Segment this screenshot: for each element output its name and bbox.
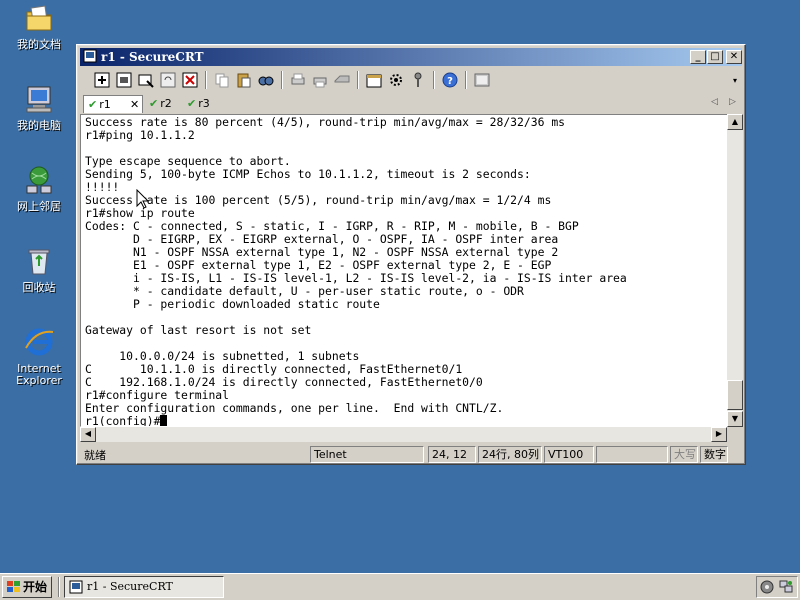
connect-tab-icon[interactable]: [137, 71, 155, 89]
reconnect-icon[interactable]: [159, 71, 177, 89]
status-emulation: VT100: [544, 446, 594, 463]
desktop-icon-label: 网上邻居: [17, 200, 61, 213]
desktop-icon-my-computer[interactable]: 我的电脑: [1, 83, 77, 132]
status-num-lock: 数字: [700, 446, 728, 463]
securecrt-app-icon: [83, 49, 97, 63]
status-cursor-position: 24, 12: [428, 446, 476, 463]
connected-check-icon: ✔: [149, 97, 159, 110]
terminal-line: Enter configuration commands, one per li…: [85, 401, 504, 415]
terminal-line: Sending 5, 100-byte ICMP Echos to 10.1.1…: [85, 167, 531, 181]
connect-icon[interactable]: [93, 71, 111, 89]
status-rows-cols: 24行, 80列: [478, 446, 542, 463]
start-button[interactable]: 开始: [2, 576, 52, 598]
toolbar: ? ▾: [81, 68, 741, 92]
tab-label: r1: [99, 98, 111, 111]
tab-next-icon[interactable]: ▷: [729, 97, 736, 107]
desktop-icon-label: 我的文档: [17, 38, 61, 51]
toolbar-separator: [357, 71, 359, 89]
text-cursor: [160, 415, 168, 426]
tab-r2[interactable]: ✔ r2: [149, 95, 183, 113]
start-label: 开始: [23, 580, 48, 594]
connected-check-icon: ✔: [88, 98, 98, 111]
securecrt-window[interactable]: r1 - SecureCRT _ □ ✕ ? ▾ ✔ r1 ✕ ✔ r2 ✔ r…: [76, 44, 746, 465]
scroll-up-icon[interactable]: ▲: [727, 114, 743, 130]
desktop-icon-internet-explorer[interactable]: Internet Explorer: [1, 326, 77, 387]
terminal-line: r1#ping 10.1.1.2: [85, 128, 195, 142]
desktop-icon-network[interactable]: 网上邻居: [1, 164, 77, 213]
speaker-icon[interactable]: [760, 580, 774, 594]
recycle-bin-icon: [28, 249, 50, 275]
scroll-thumb[interactable]: [727, 380, 743, 410]
scroll-right-icon[interactable]: ▶: [711, 427, 727, 442]
scroll-left-icon[interactable]: ◀: [80, 427, 96, 442]
status-bar: 就绪 Telnet 24, 12 24行, 80列 VT100 大写 数字: [80, 446, 742, 463]
status-caps-lock: 大写: [670, 446, 698, 463]
printer-icon[interactable]: [333, 71, 351, 89]
global-options-icon[interactable]: [387, 71, 405, 89]
help-icon[interactable]: ?: [441, 71, 459, 89]
svg-text:?: ?: [447, 76, 453, 87]
window-layout-icon[interactable]: [473, 71, 491, 89]
desktop-icon-label: 回收站: [22, 281, 56, 294]
title-bar[interactable]: r1 - SecureCRT _ □ ✕: [80, 48, 742, 66]
tab-prev-icon[interactable]: ◁: [711, 97, 718, 107]
terminal-area[interactable]: Success rate is 80 percent (4/5), round-…: [80, 114, 730, 427]
toolbar-separator: [433, 71, 435, 89]
toolbar-separator: [465, 71, 467, 89]
network-icon: [26, 166, 52, 194]
terminal-line: P - periodic downloaded static route: [85, 297, 380, 311]
toolbar-overflow-chevron-icon[interactable]: ▾: [733, 76, 737, 85]
status-blank: [596, 446, 668, 463]
session-tab-bar: ✔ r1 ✕ ✔ r2 ✔ r3 ◁ ▷: [81, 94, 741, 114]
disconnect-icon[interactable]: [181, 71, 199, 89]
print-icon[interactable]: [289, 71, 307, 89]
toolbar-separator: [281, 71, 283, 89]
terminal-line: r1(config)#: [85, 415, 627, 426]
close-button[interactable]: ✕: [726, 50, 742, 64]
scroll-down-icon[interactable]: ▼: [727, 411, 743, 427]
find-icon[interactable]: [257, 71, 275, 89]
quick-launch-separator: [58, 577, 60, 597]
copy-icon[interactable]: [213, 71, 231, 89]
horizontal-scrollbar[interactable]: ◀ ▶: [80, 427, 727, 442]
taskbar: 开始 r1 - SecureCRT: [0, 573, 800, 600]
print-selection-icon[interactable]: [311, 71, 329, 89]
terminal-line: Gateway of last resort is not set: [85, 323, 312, 337]
desktop-icon-label: 我的电脑: [17, 119, 61, 132]
computer-icon: [26, 86, 52, 113]
tab-r1[interactable]: ✔ r1 ✕: [83, 95, 143, 113]
network-tray-icon[interactable]: [779, 580, 793, 594]
status-protocol: Telnet: [310, 446, 424, 463]
desktop-icon-recycle-bin[interactable]: 回收站: [1, 245, 77, 294]
tab-label: r3: [198, 97, 210, 110]
minimize-button[interactable]: _: [690, 50, 706, 64]
taskbar-item-securecrt[interactable]: r1 - SecureCRT: [64, 576, 224, 598]
taskbar-item-label: r1 - SecureCRT: [87, 580, 173, 593]
keymap-icon[interactable]: [409, 71, 427, 89]
securecrt-app-icon: [69, 580, 83, 594]
paste-icon[interactable]: [235, 71, 253, 89]
internet-explorer-icon: [25, 328, 54, 356]
desktop-icon-my-documents[interactable]: 我的文档: [1, 2, 77, 51]
folder-documents-icon: [26, 5, 52, 31]
desktop-icon-label: Internet Explorer: [16, 362, 62, 387]
maximize-button[interactable]: □: [707, 50, 723, 64]
window-title: r1 - SecureCRT: [101, 50, 204, 64]
toolbar-separator: [205, 71, 207, 89]
vertical-scrollbar[interactable]: ▲ ▼: [727, 114, 743, 427]
tab-r3[interactable]: ✔ r3: [187, 95, 221, 113]
terminal-output: Success rate is 80 percent (4/5), round-…: [85, 116, 627, 426]
status-ready: 就绪: [84, 449, 106, 462]
quick-connect-icon[interactable]: [115, 71, 133, 89]
system-tray: [756, 576, 798, 598]
tab-label: r2: [160, 97, 172, 110]
session-options-icon[interactable]: [365, 71, 383, 89]
tab-close-icon[interactable]: ✕: [130, 96, 139, 114]
windows-logo-icon: [7, 581, 20, 592]
connected-check-icon: ✔: [187, 97, 197, 110]
mouse-pointer-icon: [136, 189, 150, 209]
